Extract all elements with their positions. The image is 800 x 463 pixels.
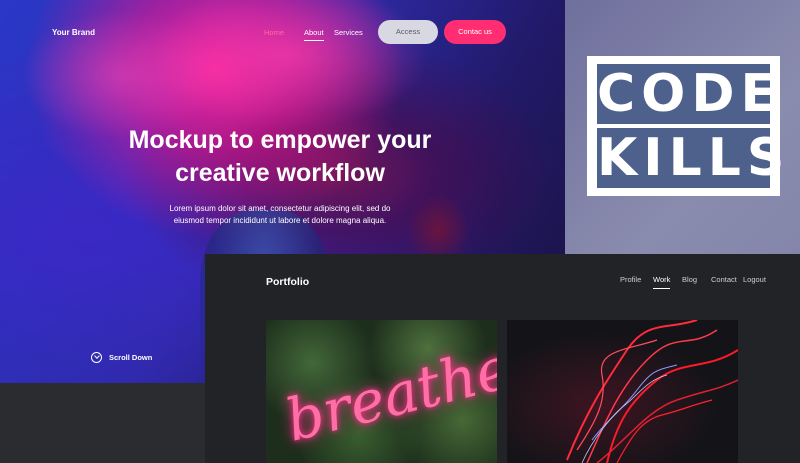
nav-logout[interactable]: Logout — [743, 275, 766, 284]
contact-button[interactable]: Contac us — [444, 20, 506, 44]
nav-home[interactable]: Home — [264, 28, 284, 37]
portfolio-mockup: Portfolio Profile Work Blog Contact Logo… — [205, 254, 800, 463]
portfolio-card-breathe[interactable]: breathe — [266, 320, 497, 463]
nav-about[interactable]: About — [304, 28, 324, 41]
scroll-down-label: Scroll Down — [109, 353, 153, 362]
hero-subtitle: Lorem ipsum dolor sit amet, consectetur … — [169, 204, 391, 225]
light-trails-image — [566, 320, 738, 463]
access-button[interactable]: Access — [378, 20, 438, 44]
portfolio-card-light-trails[interactable] — [507, 320, 738, 463]
nav-work[interactable]: Work — [653, 275, 671, 289]
nav-services[interactable]: Services — [334, 28, 363, 37]
hero-title: Mockup to empower your creative workflow — [128, 126, 432, 187]
nav-profile[interactable]: Profile — [620, 275, 641, 284]
brand-logo[interactable]: Your Brand — [52, 28, 95, 37]
nav-blog[interactable]: Blog — [682, 275, 697, 284]
portfolio-title[interactable]: Portfolio — [266, 276, 309, 288]
neon-sign-text: breathe — [279, 333, 497, 455]
nav-contact[interactable]: Contact — [711, 275, 737, 284]
scroll-down-button[interactable]: Scroll Down — [91, 352, 152, 363]
arrow-down-circle-icon — [91, 352, 102, 363]
logo-line-1: CODE — [597, 64, 783, 124]
logo-line-2: KILLS — [597, 128, 791, 188]
code-kills-logo: CODE KILLS — [587, 56, 791, 196]
